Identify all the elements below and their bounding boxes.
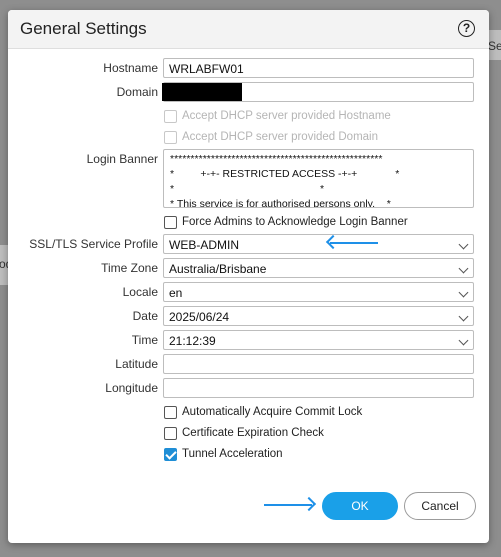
date-label: Date	[132, 309, 158, 323]
time-zone-value: Australia/Brisbane	[169, 262, 267, 276]
force-banner-checkbox[interactable]	[164, 216, 177, 229]
time-select[interactable]: 21:12:39	[163, 330, 474, 350]
chevron-down-icon	[458, 287, 469, 298]
banner-line: * *	[170, 183, 325, 195]
time-value: 21:12:39	[169, 334, 216, 348]
tunnel-accel-label: Tunnel Acceleration	[182, 448, 283, 460]
chevron-down-icon	[458, 335, 469, 346]
chevron-down-icon	[458, 239, 469, 250]
cancel-button[interactable]: Cancel	[404, 492, 476, 520]
hostname-label: Hostname	[103, 61, 158, 75]
locale-value: en	[169, 286, 183, 300]
longitude-input[interactable]	[163, 378, 474, 398]
locale-label: Locale	[122, 285, 158, 299]
dhcp-domain-checkbox[interactable]	[164, 131, 177, 144]
dialog-title: General Settings	[20, 19, 147, 38]
commit-lock-checkbox[interactable]	[164, 406, 177, 419]
dialog-header: General Settings ?	[8, 10, 489, 49]
banner-line: * +-+- RESTRICTED ACCESS -+-+ *	[170, 168, 400, 180]
banner-line: * This service is for authorised persons…	[170, 198, 391, 208]
banner-line: ****************************************…	[170, 153, 383, 165]
longitude-label: Longitude	[105, 381, 158, 395]
annotation-arrow-right-icon	[264, 504, 312, 506]
help-icon[interactable]: ?	[458, 20, 475, 37]
login-banner-label: Login Banner	[86, 152, 158, 166]
redacted-value	[162, 83, 242, 101]
latitude-input[interactable]	[163, 354, 474, 374]
ssl-tls-profile-value: WEB-ADMIN	[169, 238, 239, 252]
annotation-arrow-left-icon	[330, 242, 378, 244]
latitude-label: Latitude	[115, 357, 158, 371]
time-zone-label: Time Zone	[101, 261, 158, 275]
time-zone-select[interactable]: Australia/Brisbane	[163, 258, 474, 278]
commit-lock-label: Automatically Acquire Commit Lock	[182, 406, 363, 418]
chevron-down-icon	[458, 311, 469, 322]
time-label: Time	[131, 333, 158, 347]
date-value: 2025/06/24	[169, 310, 230, 324]
ok-button[interactable]: OK	[322, 492, 398, 520]
domain-label: Domain	[116, 85, 158, 99]
background-fragment-right: Se	[488, 39, 501, 53]
dhcp-domain-label: Accept DHCP server provided Domain	[182, 131, 379, 143]
tunnel-accel-checkbox[interactable]	[164, 448, 177, 461]
chevron-down-icon	[458, 263, 469, 274]
locale-select[interactable]: en	[163, 282, 474, 302]
hostname-input[interactable]: WRLABFW01	[163, 58, 474, 78]
ssl-tls-profile-select[interactable]: WEB-ADMIN	[163, 234, 474, 254]
force-banner-label: Force Admins to Acknowledge Login Banner	[182, 216, 408, 228]
dhcp-hostname-checkbox[interactable]	[164, 110, 177, 123]
cert-expiry-label: Certificate Expiration Check	[182, 427, 324, 439]
cert-expiry-checkbox[interactable]	[164, 427, 177, 440]
dhcp-hostname-label: Accept DHCP server provided Hostname	[182, 110, 391, 122]
login-banner-textarea[interactable]: ****************************************…	[163, 149, 474, 208]
ssl-tls-profile-label: SSL/TLS Service Profile	[29, 237, 158, 251]
date-select[interactable]: 2025/06/24	[163, 306, 474, 326]
